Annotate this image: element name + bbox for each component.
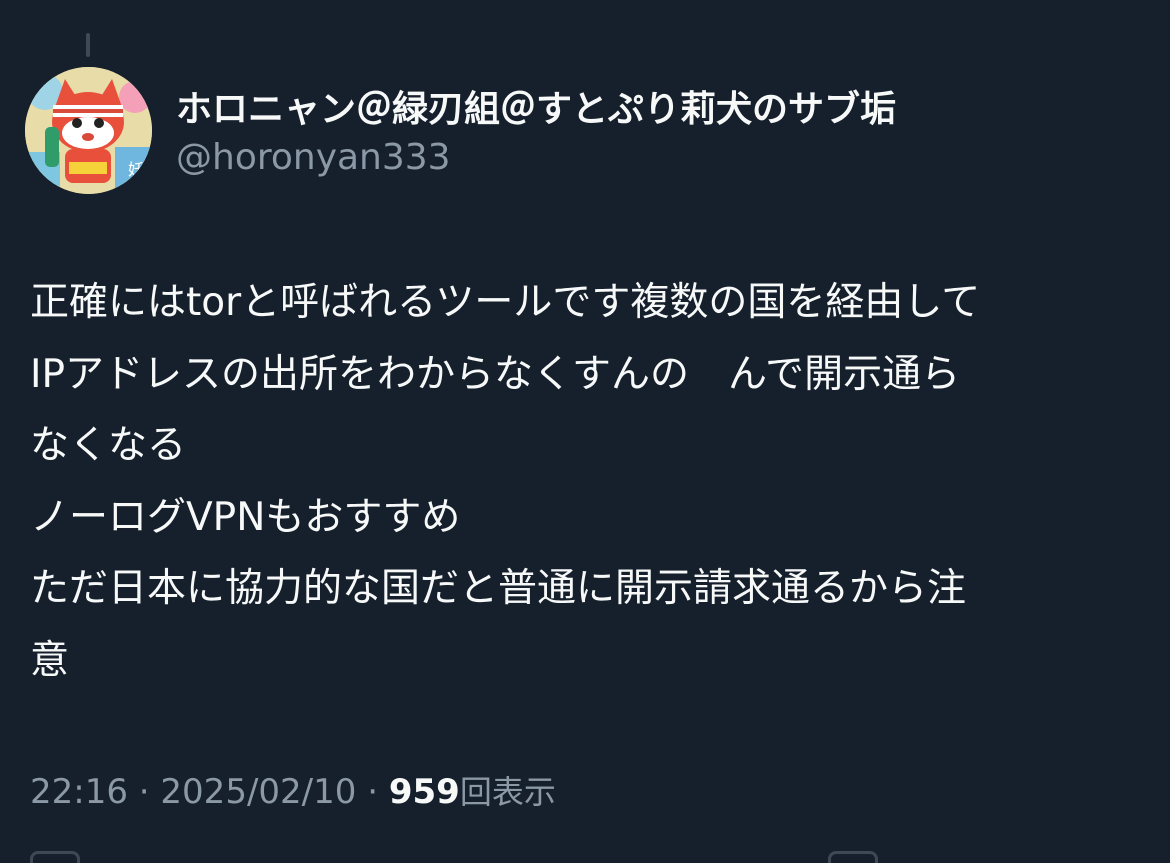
thread-connector-line: [86, 33, 90, 57]
tweet-text-line: 正確にはtorと呼ばれるツールです複数の国を経由して: [30, 280, 981, 325]
svg-text:妖: 妖: [128, 160, 144, 179]
reply-icon[interactable]: [30, 851, 80, 863]
tweet-text-line: ただ日本に協力的な国だと普通に開示請求通るから注: [30, 566, 967, 611]
tweet-text: 正確にはtorと呼ばれるツールです複数の国を経由して IPアドレスの出所をわから…: [30, 267, 1140, 696]
tweet-text-line: ノーログVPNもおすすめ: [30, 494, 461, 540]
author-display-name[interactable]: ホロニャン＠緑刃組＠すとぷり莉犬のサブ垢: [176, 80, 896, 132]
views-label[interactable]: 回表示: [460, 773, 556, 811]
avatar-image: 妖: [25, 67, 152, 194]
bookmark-icon[interactable]: [828, 851, 878, 863]
meta-separator: ·: [367, 772, 379, 812]
tweet-meta: 22:16 · 2025/02/10 · 959回表示: [30, 767, 556, 813]
tweet-time[interactable]: 22:16: [30, 772, 128, 812]
tweet-date[interactable]: 2025/02/10: [160, 772, 356, 812]
avatar[interactable]: 妖: [25, 67, 152, 194]
author-handle[interactable]: @horonyan333: [176, 137, 451, 178]
views-count[interactable]: 959: [389, 772, 460, 812]
tweet-text-line: 意: [30, 637, 70, 683]
tweet-text-line: IPアドレスの出所をわからなくすんの んで開示通ら: [30, 351, 961, 397]
meta-separator: ·: [138, 772, 150, 812]
tweet-text-line: なくなる: [30, 423, 187, 468]
